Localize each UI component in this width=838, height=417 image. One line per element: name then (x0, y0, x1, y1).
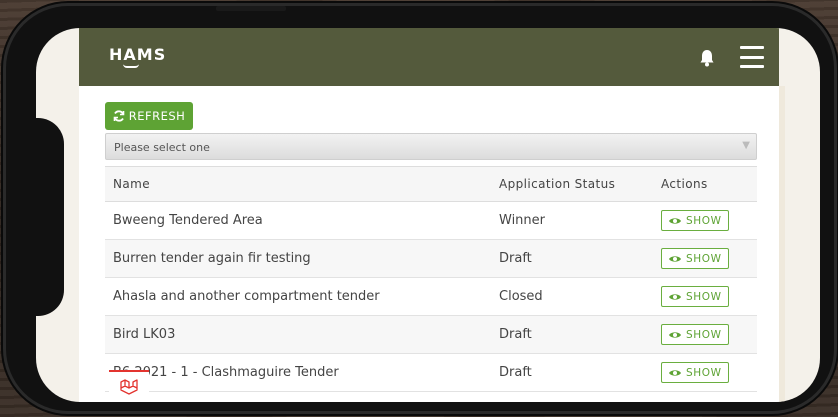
phone-frame: HAMS REFRESH Please select one ▼ Name Ap… (6, 6, 834, 411)
column-header-status: Application Status (491, 166, 653, 202)
eye-icon (669, 255, 681, 262)
cell-actions: SHOW (653, 353, 757, 392)
chevron-down-icon: ▼ (742, 140, 750, 151)
column-header-name: Name (105, 166, 491, 202)
cell-actions: SHOW (653, 239, 757, 278)
laravel-logo-icon (120, 379, 138, 395)
table-row: Burren tender again fir testing Draft SH… (105, 239, 757, 278)
eye-icon (669, 331, 681, 338)
show-button[interactable]: SHOW (661, 362, 729, 383)
eye-icon (669, 369, 681, 376)
applications-table: Name Application Status Actions Bweeng T… (105, 166, 757, 392)
navbar: HAMS (79, 28, 779, 86)
page-scrollbar[interactable] (779, 86, 785, 402)
phone-screen: HAMS REFRESH Please select one ▼ Name Ap… (36, 28, 820, 402)
eye-icon (669, 217, 681, 224)
table-row: B6 2021 - 1 - Clashmaguire Tender Draft … (105, 353, 757, 392)
cell-name: Ahasla and another compartment tender (105, 277, 491, 316)
table-row: Ahasla and another compartment tender Cl… (105, 277, 757, 316)
show-button-label: SHOW (686, 290, 722, 303)
table-row: Bweeng Tendered Area Winner SHOW (105, 201, 757, 240)
bell-icon[interactable] (699, 49, 715, 67)
show-button[interactable]: SHOW (661, 210, 729, 231)
cell-name: B6 2021 - 1 - Clashmaguire Tender (105, 353, 491, 392)
app-viewport: HAMS REFRESH Please select one ▼ Name Ap… (79, 28, 779, 402)
cell-name: Bweeng Tendered Area (105, 201, 491, 240)
refresh-button[interactable]: REFRESH (105, 102, 193, 130)
show-button[interactable]: SHOW (661, 324, 729, 345)
cell-status: Draft (491, 239, 653, 278)
show-button-label: SHOW (686, 328, 722, 341)
eye-icon (669, 293, 681, 300)
cell-status: Winner (491, 201, 653, 240)
show-button-label: SHOW (686, 214, 722, 227)
laravel-debugbar-button[interactable] (109, 370, 149, 402)
phone-notch (36, 118, 64, 316)
refresh-button-label: REFRESH (128, 109, 186, 123)
show-button[interactable]: SHOW (661, 248, 729, 269)
status-filter-select[interactable]: Please select one ▼ (105, 133, 757, 160)
cell-status: Draft (491, 315, 653, 354)
cell-status: Closed (491, 277, 653, 316)
cell-actions: SHOW (653, 201, 757, 240)
show-button[interactable]: SHOW (661, 286, 729, 307)
app-logo[interactable]: HAMS (109, 45, 166, 64)
refresh-icon (113, 110, 125, 122)
cell-actions: SHOW (653, 277, 757, 316)
table-header-row: Name Application Status Actions (105, 166, 757, 202)
logo-mark-icon (123, 64, 139, 68)
volume-button (216, 6, 286, 11)
column-header-actions: Actions (653, 166, 757, 202)
cell-name: Burren tender again fir testing (105, 239, 491, 278)
cell-status: Draft (491, 353, 653, 392)
select-value: Please select one (114, 141, 210, 154)
cell-name: Bird LK03 (105, 315, 491, 354)
hamburger-menu-icon[interactable] (740, 46, 764, 68)
show-button-label: SHOW (686, 252, 722, 265)
show-button-label: SHOW (686, 366, 722, 379)
table-row: Bird LK03 Draft SHOW (105, 315, 757, 354)
cell-actions: SHOW (653, 315, 757, 354)
